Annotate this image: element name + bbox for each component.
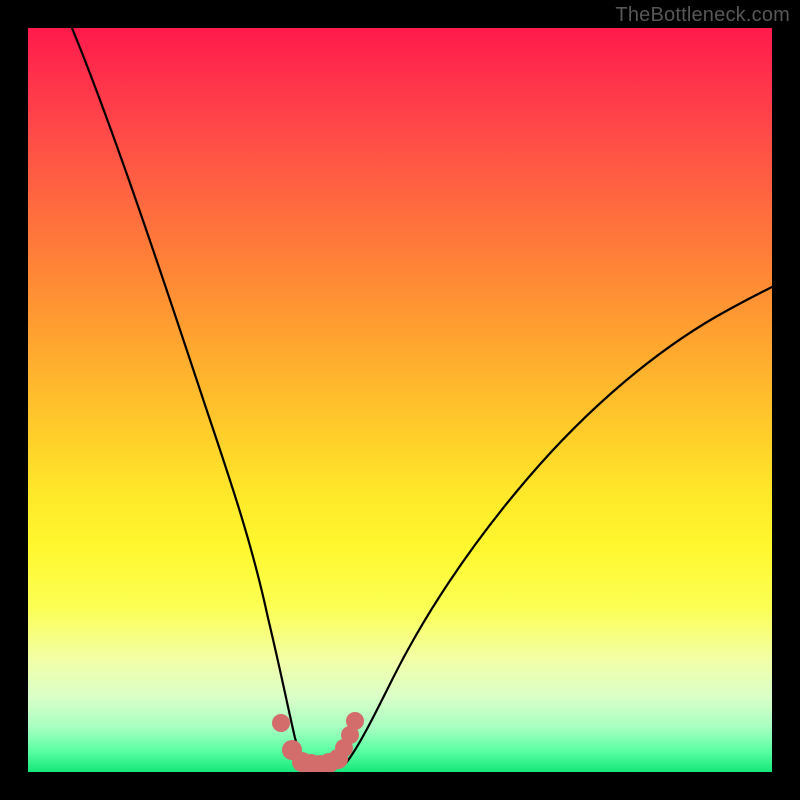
marker-group	[272, 712, 364, 772]
plot-area	[28, 28, 772, 772]
chart-svg-layer	[28, 28, 772, 772]
right-curve	[346, 287, 772, 763]
marker-dot	[272, 714, 290, 732]
watermark-text: TheBottleneck.com	[615, 4, 790, 27]
chart-frame: TheBottleneck.com	[0, 0, 800, 800]
curve-group	[72, 28, 772, 768]
marker-dot	[346, 712, 364, 730]
left-curve	[72, 28, 306, 766]
